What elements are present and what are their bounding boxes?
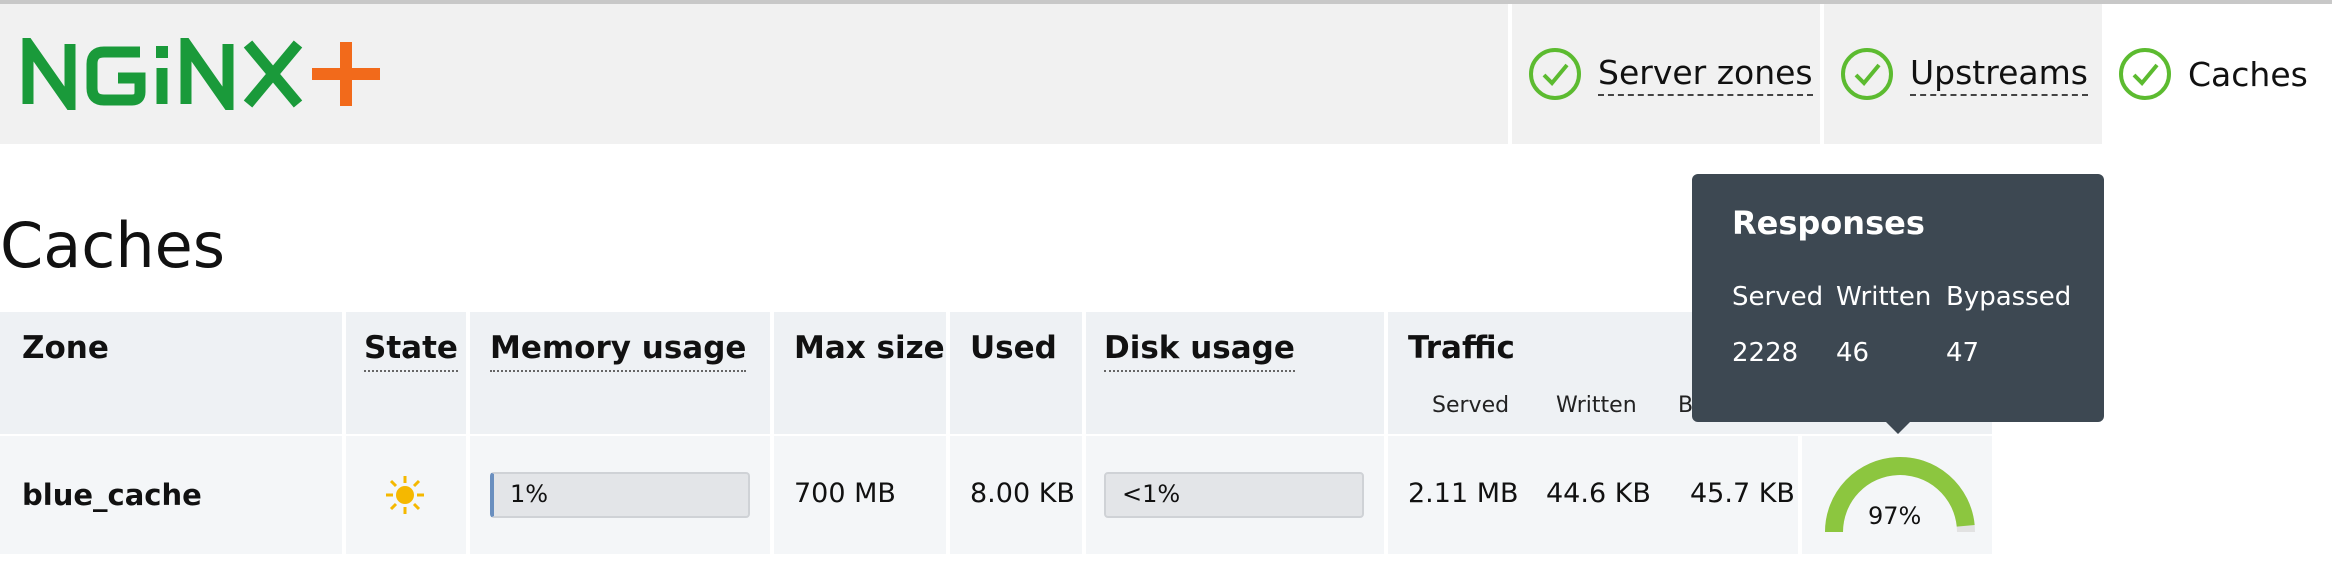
- check-circle-icon: [2119, 48, 2171, 100]
- memory-usage-value: 1%: [510, 480, 549, 508]
- tooltip-title: Responses: [1732, 204, 1925, 242]
- tooltip-header-written: Written: [1836, 282, 1932, 312]
- subheader-written: Written: [1556, 393, 1637, 418]
- disk-usage-bar: <1%: [1104, 472, 1364, 518]
- page-title: Caches: [0, 209, 226, 282]
- column-header-traffic: Traffic: [1408, 330, 1515, 366]
- check-circle-icon: [1841, 48, 1893, 100]
- memory-usage-bar: 1%: [490, 472, 750, 518]
- column-header-disk-usage[interactable]: Disk usage: [1104, 330, 1295, 372]
- tab-label: Server zones: [1598, 53, 1813, 96]
- tab-caches[interactable]: Caches: [2102, 4, 2332, 144]
- subheader-served: Served: [1432, 393, 1510, 418]
- tab-label: Upstreams: [1910, 53, 2088, 96]
- written-value: 44.6 KB: [1546, 478, 1651, 509]
- subheader-bypassed: B: [1678, 393, 1694, 418]
- tooltip-value-served: 2228: [1732, 338, 1799, 368]
- column-header-max-size: Max size: [794, 330, 945, 366]
- column-header-state[interactable]: State: [364, 330, 458, 372]
- column-header-used: Used: [970, 330, 1057, 366]
- tab-label: Caches: [2188, 54, 2308, 94]
- zone-name: blue_cache: [22, 478, 202, 512]
- disk-usage-value: <1%: [1122, 480, 1181, 508]
- bypassed-value: 45.7 KB: [1690, 478, 1795, 509]
- responses-tooltip: Responses Served Written Bypassed 2228 4…: [1692, 174, 2104, 422]
- max-size-value: 700 MB: [794, 478, 896, 509]
- tab-upstreams[interactable]: Upstreams: [1820, 4, 2102, 144]
- served-value: 2.11 MB: [1408, 478, 1519, 509]
- tooltip-arrow: [1884, 420, 1912, 434]
- column-header-memory-usage[interactable]: Memory usage: [490, 330, 747, 372]
- column-header-zone: Zone: [22, 330, 109, 366]
- tooltip-value-bypassed: 47: [1946, 338, 1980, 368]
- tooltip-header-bypassed: Bypassed: [1946, 282, 2072, 312]
- used-value: 8.00 KB: [970, 478, 1075, 509]
- sun-icon: [386, 476, 424, 514]
- nginx-plus-logo[interactable]: [22, 38, 412, 110]
- hit-ratio-value: 97%: [1868, 502, 1922, 530]
- tooltip-value-written: 46: [1836, 338, 1870, 368]
- tooltip-header-served: Served: [1732, 282, 1824, 312]
- tab-server-zones[interactable]: Server zones: [1508, 4, 1820, 144]
- check-circle-icon: [1529, 48, 1581, 100]
